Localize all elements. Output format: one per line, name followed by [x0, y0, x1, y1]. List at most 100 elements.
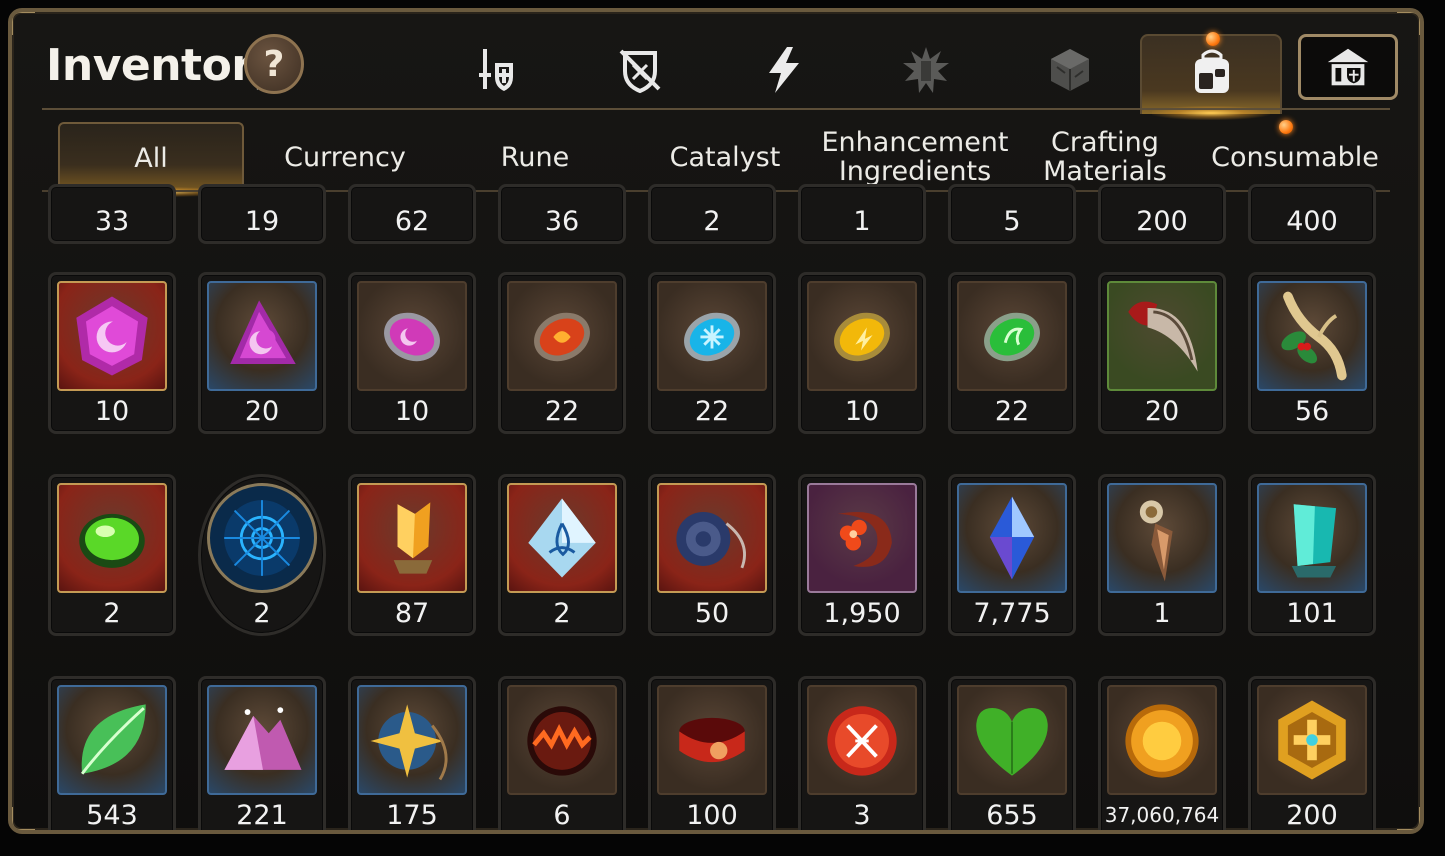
inventory-panel: Inventory ? All Currency Rune Catalyst E…	[8, 8, 1424, 834]
item-slot[interactable]: 200	[1248, 676, 1376, 830]
item-slot[interactable]: 100	[648, 676, 776, 831]
frame-corner	[1397, 807, 1420, 830]
item-count: 33	[94, 206, 130, 237]
item-slot[interactable]: 1,950	[798, 474, 926, 636]
tab-label: Consumable	[1211, 141, 1379, 173]
item-slot[interactable]: 10	[798, 272, 926, 434]
lightning-icon[interactable]	[754, 40, 814, 100]
equipment-icon[interactable]	[466, 40, 526, 100]
tab-catalyst[interactable]: Catalyst	[632, 122, 818, 192]
item-count: 175	[386, 800, 438, 831]
item-slot[interactable]: 56	[1248, 272, 1376, 434]
item-slot[interactable]: 400	[1248, 184, 1376, 244]
fire-orb-icon	[507, 685, 617, 795]
leaf-icon	[57, 685, 167, 795]
item-slot[interactable]: 87	[348, 474, 476, 636]
item-slot[interactable]: 200	[1098, 184, 1226, 244]
item-slot[interactable]: 1	[1098, 474, 1226, 636]
item-count: 5	[1003, 206, 1021, 237]
item-slot[interactable]: 50	[648, 474, 776, 636]
pink-rune-icon	[357, 281, 467, 391]
cube-icon[interactable]	[1040, 40, 1100, 100]
item-count: 1	[1153, 598, 1171, 629]
item-count: 87	[394, 598, 430, 629]
tab-enhancement-ingredients[interactable]: Enhancement Ingredients	[822, 122, 1009, 192]
item-slot[interactable]: 20	[198, 272, 326, 434]
item-count: 6	[553, 800, 571, 831]
item-count: 20	[244, 396, 280, 427]
tab-label: Enhancement Ingredients	[822, 128, 1009, 186]
item-slot[interactable]: 1	[798, 184, 926, 244]
burst-icon[interactable]	[896, 40, 956, 100]
tab-label: Currency	[284, 141, 406, 173]
tab-label-line: Enhancement	[821, 127, 1009, 158]
red-seal-icon	[807, 685, 917, 795]
item-slot[interactable]: 36	[498, 184, 626, 244]
item-slot[interactable]: 101	[1248, 474, 1376, 636]
item-slot[interactable]: 2	[48, 474, 176, 636]
item-count: 22	[544, 396, 580, 427]
item-count: 655	[986, 800, 1038, 831]
help-button[interactable]: ?	[244, 34, 304, 94]
pink-ore-icon	[207, 685, 317, 795]
claw-icon	[1107, 281, 1217, 391]
item-count: 50	[694, 598, 730, 629]
item-slot[interactable]: 2	[198, 474, 326, 636]
gold-emblem-icon	[1257, 685, 1367, 795]
tab-rune[interactable]: Rune	[442, 122, 628, 192]
frame-corner	[1397, 12, 1420, 35]
notification-dot	[1206, 32, 1220, 46]
item-slot[interactable]: 2	[648, 184, 776, 244]
star-compass-icon	[357, 685, 467, 795]
item-count: 7,775	[973, 598, 1051, 629]
tab-bag[interactable]	[1140, 34, 1282, 120]
item-count: 37,060,764	[1104, 803, 1220, 827]
item-slot[interactable]: 22	[498, 272, 626, 434]
tab-currency[interactable]: Currency	[252, 122, 438, 192]
item-slot[interactable]: 3	[798, 676, 926, 830]
item-slot[interactable]: 19	[198, 184, 326, 244]
item-count: 10	[94, 396, 130, 427]
shop-button[interactable]	[1298, 34, 1398, 100]
amulet-icon	[657, 483, 767, 593]
tab-label-line: Crafting	[1051, 127, 1159, 158]
item-count: 400	[1286, 206, 1338, 237]
item-count: 2	[103, 598, 121, 629]
item-slot[interactable]: 62	[348, 184, 476, 244]
item-count: 10	[844, 396, 880, 427]
item-slot[interactable]: 33	[48, 184, 176, 244]
item-slot[interactable]: 655	[948, 676, 1076, 831]
gold-coin-icon	[1107, 685, 1217, 795]
no-armor-icon[interactable]	[610, 40, 670, 100]
tab-all[interactable]: All	[58, 122, 244, 197]
bag-icon	[1182, 42, 1242, 102]
item-count: 2	[553, 598, 571, 629]
purple-gem-icon	[57, 281, 167, 391]
item-slot[interactable]: 10	[348, 272, 476, 434]
item-slot[interactable]: 7,775	[948, 474, 1076, 636]
tab-crafting-materials[interactable]: Crafting Materials	[1012, 122, 1198, 192]
shop-icon	[1327, 48, 1369, 86]
tab-label: All	[134, 142, 168, 174]
item-slot[interactable]: 5	[948, 184, 1076, 244]
tab-consumable[interactable]: Consumable	[1202, 122, 1388, 192]
blue-sigil-icon	[207, 483, 317, 593]
item-slot[interactable]: 22	[948, 272, 1076, 434]
item-slot[interactable]: 10	[48, 272, 176, 434]
item-slot[interactable]: 543	[48, 676, 176, 830]
category-tabs: All Currency Rune Catalyst Enhancement In…	[56, 122, 1388, 197]
item-slot[interactable]: 20	[1098, 272, 1226, 434]
green-rune-icon	[957, 281, 1067, 391]
item-slot[interactable]: 22	[648, 272, 776, 434]
item-slot[interactable]: 37,060,764	[1098, 676, 1226, 830]
tab-label: Catalyst	[669, 141, 781, 173]
item-slot[interactable]: 2	[498, 474, 626, 636]
blue-diamond-icon	[957, 483, 1067, 593]
item-count: 19	[244, 206, 280, 237]
green-heart-icon	[957, 685, 1067, 795]
item-slot[interactable]: 6	[498, 676, 626, 831]
item-count: 100	[686, 800, 738, 831]
item-count: 10	[394, 396, 430, 427]
item-slot[interactable]: 175	[348, 676, 476, 831]
item-slot[interactable]: 221	[198, 676, 326, 830]
